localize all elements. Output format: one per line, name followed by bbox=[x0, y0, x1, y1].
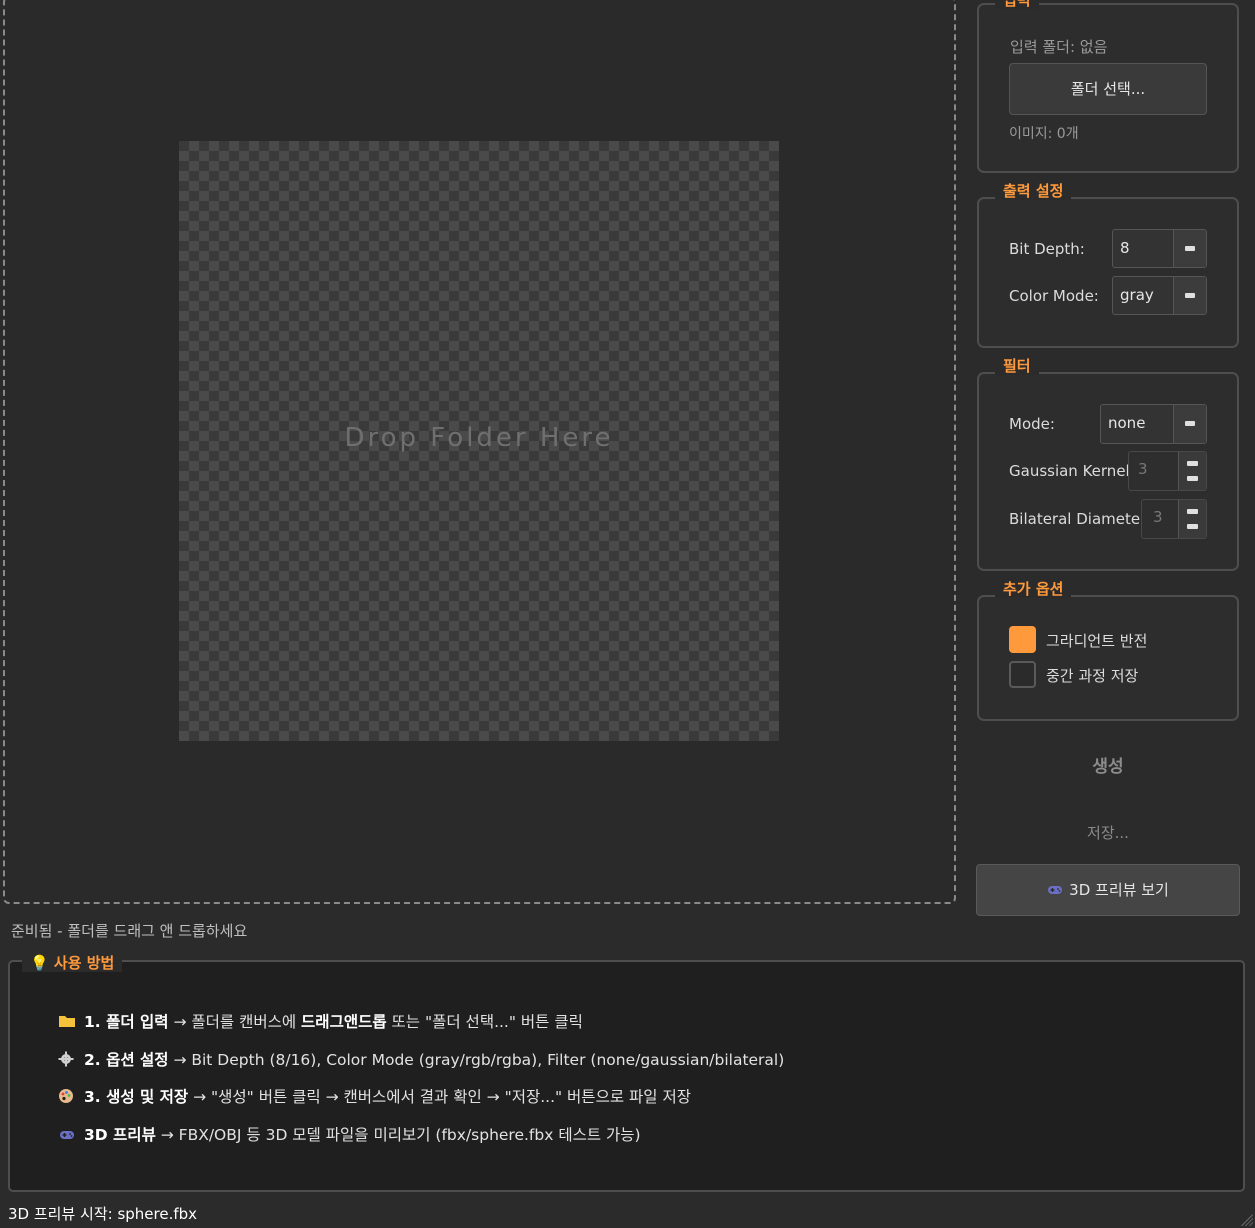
palette-icon bbox=[58, 1088, 76, 1108]
usage-title-text: 사용 방법 bbox=[53, 954, 115, 972]
usage-step-text: → Bit Depth (8/16), Color Mode (gray/rgb… bbox=[168, 1051, 785, 1069]
stepper-buttons[interactable] bbox=[1178, 452, 1206, 490]
usage-panel bbox=[8, 960, 1245, 1192]
filter-mode-label: Mode: bbox=[1009, 415, 1055, 433]
stepper-down-icon[interactable] bbox=[1187, 476, 1198, 481]
stepper-up-icon[interactable] bbox=[1187, 461, 1198, 466]
gaussian-kernel-label: Gaussian Kernel: bbox=[1009, 462, 1135, 480]
bit-depth-select[interactable]: 8 bbox=[1112, 229, 1207, 268]
usage-title: 💡 사용 방법 bbox=[22, 954, 123, 972]
usage-step-text: → 폴더를 캔버스에 bbox=[168, 1013, 302, 1031]
bit-depth-value: 8 bbox=[1120, 239, 1130, 257]
invert-gradient-label[interactable]: 그라디언트 반전 bbox=[1046, 630, 1147, 651]
chevron-down-icon bbox=[1173, 277, 1206, 314]
drop-hint-text: Drop Folder Here bbox=[344, 423, 614, 453]
usage-step-title: 1. 폴더 입력 bbox=[84, 1013, 169, 1031]
status-bar-message: 3D 프리뷰 시작: sphere.fbx bbox=[8, 1205, 198, 1223]
color-mode-select[interactable]: gray bbox=[1112, 276, 1207, 315]
stepper-up-icon[interactable] bbox=[1187, 509, 1198, 514]
chevron-down-icon bbox=[1173, 405, 1206, 443]
usage-step-text: → "생성" 버튼 클릭 → 캔버스에서 결과 확인 → "저장..." 버튼으… bbox=[188, 1088, 691, 1106]
3d-preview-button[interactable]: 3D 프리뷰 보기 bbox=[976, 864, 1240, 916]
image-count-label: 이미지: 0개 bbox=[1009, 126, 1079, 142]
select-folder-button[interactable]: 폴더 선택... bbox=[1009, 63, 1207, 115]
resize-grip-icon[interactable] bbox=[1241, 1214, 1253, 1226]
usage-step-title: 3D 프리뷰 bbox=[84, 1126, 156, 1144]
gear-icon bbox=[58, 1051, 76, 1071]
usage-step-title: 3. 생성 및 저장 bbox=[84, 1088, 189, 1106]
gaussian-kernel-value: 3 bbox=[1138, 460, 1148, 478]
usage-step-text: 또는 "폴더 선택..." 버튼 클릭 bbox=[386, 1013, 583, 1031]
usage-step-text: → FBX/OBJ 등 3D 모델 파일을 미리보기 (fbx/sphere.f… bbox=[155, 1126, 641, 1144]
save-intermediate-checkbox[interactable] bbox=[1009, 661, 1036, 688]
extra-options-title: 추가 옵션 bbox=[995, 580, 1072, 598]
extra-options-group bbox=[977, 595, 1239, 721]
color-mode-label: Color Mode: bbox=[1009, 287, 1099, 305]
usage-line: 1. 폴더 입력 → 폴더를 캔버스에 드래그앤드롭 또는 "폴더 선택..."… bbox=[58, 1010, 583, 1032]
output-group-title: 출력 설정 bbox=[995, 182, 1072, 200]
output-settings-group bbox=[977, 197, 1239, 348]
lightbulb-icon: 💡 bbox=[30, 954, 49, 972]
save-intermediate-label[interactable]: 중간 과정 저장 bbox=[1046, 665, 1138, 686]
gaussian-kernel-stepper[interactable]: 3 bbox=[1128, 451, 1207, 491]
folder-icon bbox=[58, 1014, 76, 1032]
3d-preview-label: 3D 프리뷰 보기 bbox=[1069, 881, 1169, 899]
usage-line: 3. 생성 및 저장 → "생성" 버튼 클릭 → 캔버스에서 결과 확인 → … bbox=[58, 1085, 691, 1108]
input-group-title: 입력 bbox=[995, 0, 1039, 9]
usage-step-title: 2. 옵션 설정 bbox=[84, 1051, 169, 1069]
color-mode-value: gray bbox=[1120, 286, 1154, 304]
input-folder-label: 입력 폴더: 없음 bbox=[1010, 38, 1108, 56]
save-button[interactable]: 저장... bbox=[977, 822, 1239, 843]
bit-depth-label: Bit Depth: bbox=[1009, 240, 1085, 258]
filter-mode-select[interactable]: none bbox=[1100, 404, 1207, 444]
gamepad-icon bbox=[1047, 866, 1063, 916]
stepper-buttons[interactable] bbox=[1178, 500, 1206, 538]
bilateral-diameter-stepper[interactable]: 3 bbox=[1141, 499, 1207, 539]
chevron-down-icon bbox=[1173, 230, 1206, 267]
usage-step-highlight: 드래그앤드롭 bbox=[301, 1013, 387, 1031]
bilateral-diameter-value: 3 bbox=[1153, 508, 1163, 526]
usage-line: 3D 프리뷰 → FBX/OBJ 등 3D 모델 파일을 미리보기 (fbx/s… bbox=[58, 1123, 641, 1145]
usage-line: 2. 옵션 설정 → Bit Depth (8/16), Color Mode … bbox=[58, 1048, 784, 1071]
filter-group-title: 필터 bbox=[995, 357, 1039, 375]
status-message: 준비됨 - 폴더를 드래그 앤 드롭하세요 bbox=[11, 922, 248, 940]
invert-gradient-checkbox[interactable] bbox=[1009, 626, 1036, 653]
bilateral-diameter-label: Bilateral Diameter: bbox=[1009, 510, 1152, 528]
gamepad-icon bbox=[58, 1127, 76, 1145]
stepper-down-icon[interactable] bbox=[1187, 524, 1198, 529]
filter-mode-value: none bbox=[1108, 414, 1146, 432]
generate-button[interactable]: 생성 bbox=[977, 752, 1239, 777]
